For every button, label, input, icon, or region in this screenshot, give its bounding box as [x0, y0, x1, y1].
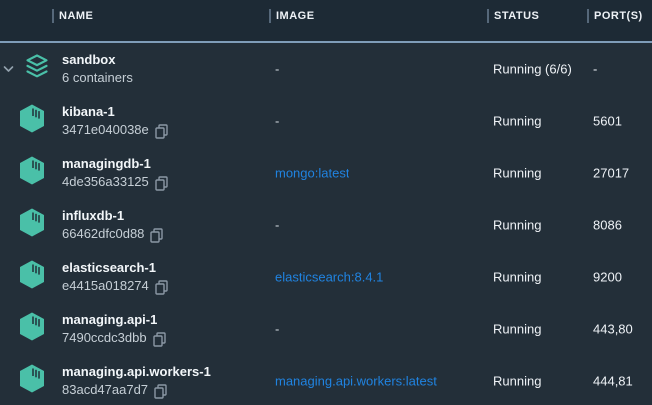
name-cell: kibana-1 3471e040038e [62, 104, 168, 138]
copy-icon[interactable] [155, 124, 168, 139]
column-label: IMAGE [276, 9, 315, 23]
image-cell: - [275, 114, 279, 129]
column-header-status[interactable]: STATUS [487, 9, 539, 23]
status-cell: Running [493, 322, 541, 337]
image-link[interactable]: managing.api.workers:latest [275, 374, 437, 389]
ports-cell: 9200 [593, 270, 622, 285]
container-name: managingdb-1 [62, 156, 168, 172]
status-cell: Running [493, 166, 541, 181]
image-cell: - [275, 322, 279, 337]
container-id-text: 3471e040038e [62, 122, 149, 138]
container-row[interactable]: managing.api.workers-1 83acd47aa7d7 mana… [0, 355, 652, 405]
copy-icon[interactable] [155, 280, 168, 295]
container-icon [19, 104, 45, 139]
name-cell: managing.api.workers-1 83acd47aa7d7 [62, 364, 211, 398]
status-cell: Running [493, 374, 541, 389]
container-row[interactable]: kibana-1 3471e040038e - Running 5601 [0, 95, 652, 147]
containers-table: NAME IMAGE STATUS PORT(S) sandbox [0, 0, 652, 405]
container-id: 4de356a33125 [62, 174, 168, 190]
copy-icon[interactable] [155, 176, 168, 191]
container-row[interactable]: managing.api-1 7490ccdc3dbb - Running 44… [0, 303, 652, 355]
stack-row[interactable]: sandbox 6 containers - Running (6/6) - [0, 43, 652, 95]
stack-subtitle: 6 containers [62, 70, 133, 86]
ports-cell: - [593, 62, 597, 77]
container-icon [19, 312, 45, 347]
container-row[interactable]: managingdb-1 4de356a33125 mongo:latest R… [0, 147, 652, 199]
column-label: NAME [59, 9, 93, 23]
name-cell: sandbox 6 containers [62, 52, 133, 86]
image-cell: - [275, 62, 279, 77]
ports-cell: 8086 [593, 218, 622, 233]
image-link[interactable]: elasticsearch:8.4.1 [275, 270, 383, 285]
container-id-text: 7490ccdc3dbb [62, 330, 147, 346]
container-id-text: 83acd47aa7d7 [62, 382, 148, 398]
container-id: 83acd47aa7d7 [62, 382, 211, 398]
container-icon [19, 364, 45, 399]
ports-cell: 27017 [593, 166, 629, 181]
container-name: influxdb-1 [62, 208, 163, 224]
copy-icon[interactable] [154, 384, 167, 399]
status-cell: Running [493, 218, 541, 233]
status-cell: Running [493, 114, 541, 129]
status-cell: Running [493, 270, 541, 285]
column-label: PORT(S) [594, 9, 643, 23]
status-cell: Running (6/6) [493, 62, 572, 77]
container-name: managing.api-1 [62, 312, 166, 328]
container-name: kibana-1 [62, 104, 168, 120]
name-cell: elasticsearch-1 e4415a018274 [62, 260, 168, 294]
column-header-image[interactable]: IMAGE [269, 9, 315, 23]
image-link[interactable]: mongo:latest [275, 166, 349, 181]
compose-stack-icon [25, 54, 49, 85]
column-separator [487, 9, 489, 23]
column-label: STATUS [494, 9, 539, 23]
table-header: NAME IMAGE STATUS PORT(S) [0, 0, 652, 43]
name-cell: influxdb-1 66462dfc0d88 [62, 208, 163, 242]
container-id: 7490ccdc3dbb [62, 330, 166, 346]
ports-cell: 443,80 [593, 322, 633, 337]
column-separator [52, 9, 54, 23]
column-header-name[interactable]: NAME [52, 9, 93, 23]
name-cell: managingdb-1 4de356a33125 [62, 156, 168, 190]
container-id: 3471e040038e [62, 122, 168, 138]
column-separator [587, 9, 589, 23]
container-name: elasticsearch-1 [62, 260, 168, 276]
image-cell: - [275, 218, 279, 233]
container-icon [19, 260, 45, 295]
container-row[interactable]: influxdb-1 66462dfc0d88 - Running 8086 [0, 199, 652, 251]
name-cell: managing.api-1 7490ccdc3dbb [62, 312, 166, 346]
container-icon [19, 208, 45, 243]
ports-cell: 5601 [593, 114, 622, 129]
ports-cell: 444,81 [593, 374, 633, 389]
chevron-down-icon[interactable] [3, 64, 15, 74]
column-header-ports[interactable]: PORT(S) [587, 9, 643, 23]
container-id: e4415a018274 [62, 278, 168, 294]
container-name: managing.api.workers-1 [62, 364, 211, 380]
copy-icon[interactable] [150, 228, 163, 243]
container-id-text: e4415a018274 [62, 278, 149, 294]
container-icon [19, 156, 45, 191]
container-row[interactable]: elasticsearch-1 e4415a018274 elasticsear… [0, 251, 652, 303]
container-id: 66462dfc0d88 [62, 226, 163, 242]
container-id-text: 66462dfc0d88 [62, 226, 144, 242]
container-id-text: 4de356a33125 [62, 174, 149, 190]
column-separator [269, 9, 271, 23]
copy-icon[interactable] [153, 332, 166, 347]
stack-name: sandbox [62, 52, 133, 68]
